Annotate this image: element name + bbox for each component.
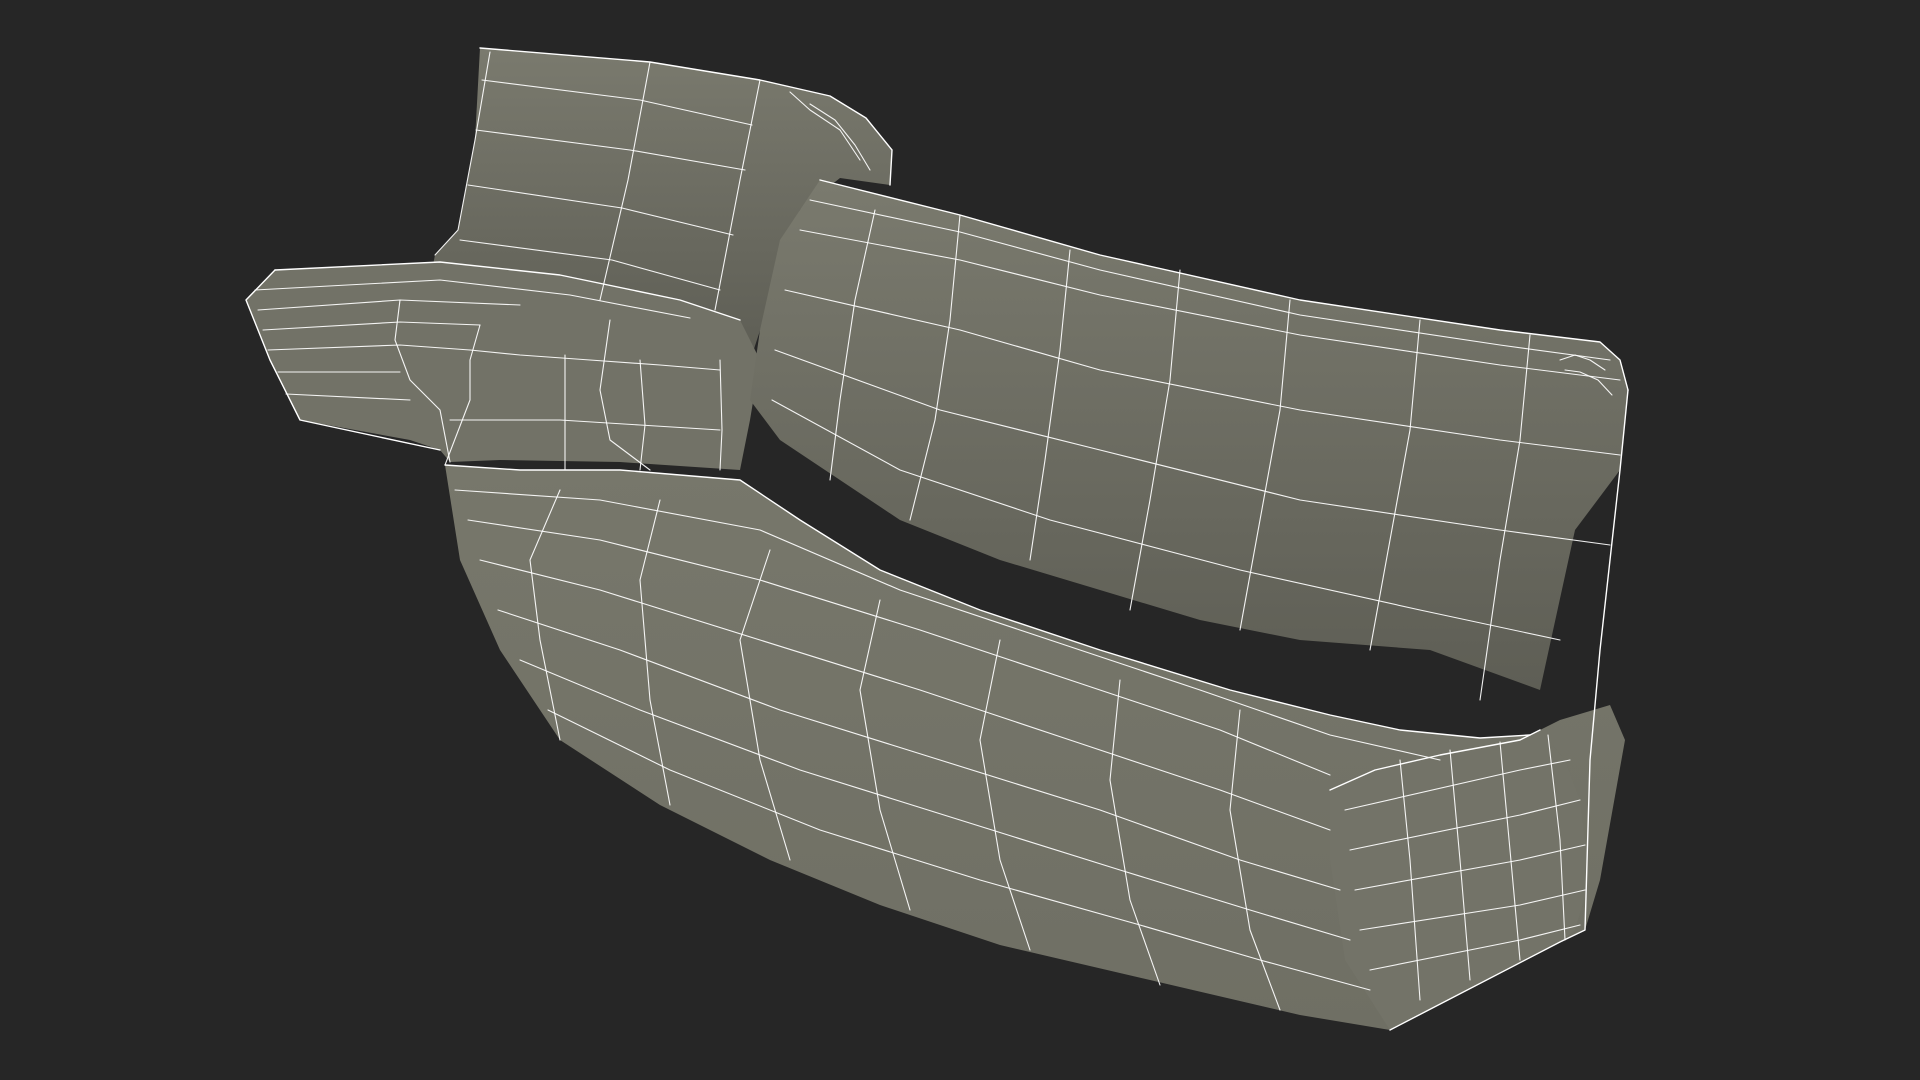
sofa-wireframe-render <box>245 47 1629 1031</box>
3d-viewport[interactable] <box>0 0 1920 1080</box>
right-end-face <box>1330 730 1590 1030</box>
